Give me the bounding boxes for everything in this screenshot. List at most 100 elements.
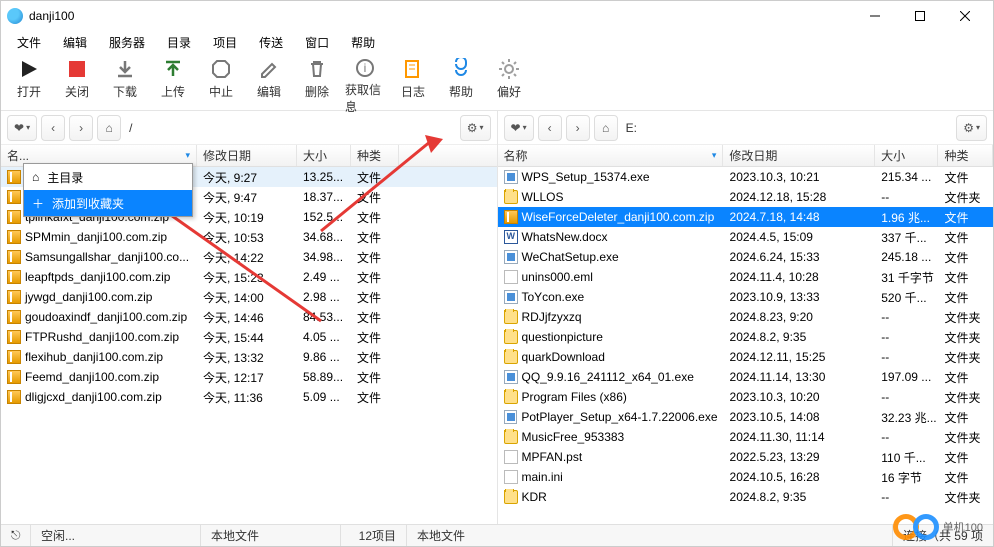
file-size-cell: -- — [875, 489, 938, 505]
left-path[interactable]: / — [125, 121, 456, 135]
folder-icon — [504, 190, 518, 204]
file-size-cell: -- — [875, 189, 938, 205]
file-row[interactable]: goudoaxindf_danji100.com.zip今天, 14:4684.… — [1, 307, 497, 327]
file-row[interactable]: MPFAN.pst2022.5.23, 13:29110 千...文件 — [498, 447, 994, 467]
file-row[interactable]: questionpicture2024.8.2, 9:35--文件夹 — [498, 327, 994, 347]
file-size-cell: 2.49 ... — [297, 269, 351, 285]
log-icon — [401, 57, 425, 81]
right-file-header[interactable]: 名称▾ 修改日期 大小 种类 — [498, 145, 994, 167]
favorites-home-row[interactable]: ⌂ 主目录 — [24, 164, 192, 190]
help-icon — [449, 57, 473, 81]
file-row[interactable]: unins000.eml2024.11.4, 10:2831 千字节文件 — [498, 267, 994, 287]
delete-icon — [305, 57, 329, 81]
menu-item[interactable]: 编辑 — [53, 32, 97, 53]
col-name[interactable]: 名称▾ — [498, 145, 724, 166]
col-date[interactable]: 修改日期 — [723, 145, 875, 166]
toolbar-prefs-button[interactable]: 偏好 — [489, 57, 529, 109]
favorites-button[interactable]: ❤▾ — [7, 115, 37, 141]
right-file-list[interactable]: WPS_Setup_15374.exe2023.10.3, 10:21215.3… — [498, 167, 994, 524]
file-icon — [504, 450, 518, 464]
cancel-icon — [209, 57, 233, 81]
menu-item[interactable]: 目录 — [157, 32, 201, 53]
favorites-button[interactable]: ❤▾ — [504, 115, 534, 141]
file-row[interactable]: FTPRushd_danji100.com.zip今天, 15:444.05 .… — [1, 327, 497, 347]
home-button[interactable]: ⌂ — [594, 115, 618, 141]
file-row[interactable]: Program Files (x86)2023.10.3, 10:20--文件夹 — [498, 387, 994, 407]
file-row[interactable]: WPS_Setup_15374.exe2023.10.3, 10:21215.3… — [498, 167, 994, 187]
toolbar-upload-button[interactable]: 上传 — [153, 57, 193, 109]
col-size[interactable]: 大小 — [297, 145, 351, 166]
file-row[interactable]: PotPlayer_Setup_x64-1.7.22006.exe2023.10… — [498, 407, 994, 427]
toolbar-play-button[interactable]: 打开 — [9, 57, 49, 109]
file-name-cell: Program Files (x86) — [498, 389, 724, 405]
file-name-cell: main.ini — [498, 469, 724, 485]
toolbar-stop-button[interactable]: 关闭 — [57, 57, 97, 109]
file-row[interactable]: Feemd_danji100.com.zip今天, 12:1758.89...文… — [1, 367, 497, 387]
toolbar-delete-button[interactable]: 删除 — [297, 57, 337, 109]
file-date-cell: 2024.8.2, 9:35 — [724, 489, 876, 505]
file-row[interactable]: KDR2024.8.2, 9:35--文件夹 — [498, 487, 994, 507]
file-row[interactable]: dligjcxd_danji100.com.zip今天, 11:365.09 .… — [1, 387, 497, 407]
file-size-cell: 18.37... — [297, 189, 351, 205]
file-row[interactable]: quarkDownload2024.12.11, 15:25--文件夹 — [498, 347, 994, 367]
file-row[interactable]: WhatsNew.docx2024.4.5, 15:09337 千...文件 — [498, 227, 994, 247]
menu-item[interactable]: 服务器 — [99, 32, 155, 53]
file-row[interactable]: QQ_9.9.16_241112_x64_01.exe2024.11.14, 1… — [498, 367, 994, 387]
back-button[interactable]: ‹ — [41, 115, 65, 141]
col-date[interactable]: 修改日期 — [197, 145, 297, 166]
favorites-popup[interactable]: ⌂ 主目录 ＋ 添加到收藏夹 — [23, 163, 193, 217]
favorites-add-row[interactable]: ＋ 添加到收藏夹 — [24, 190, 192, 216]
menu-item[interactable]: 传送 — [249, 32, 293, 53]
file-date-cell: 2023.10.3, 10:20 — [724, 389, 876, 405]
file-row[interactable]: MusicFree_9533832024.11.30, 11:14--文件夹 — [498, 427, 994, 447]
file-row[interactable]: ToYcon.exe2023.10.9, 13:33520 千...文件 — [498, 287, 994, 307]
file-row[interactable]: WiseForceDeleter_danji100.com.zip2024.7.… — [498, 207, 994, 227]
toolbar-log-button[interactable]: 日志 — [393, 57, 433, 109]
file-date-cell: 今天, 14:22 — [197, 248, 297, 267]
col-type[interactable]: 种类 — [938, 145, 993, 166]
back-button[interactable]: ‹ — [538, 115, 562, 141]
toolbar-download-button[interactable]: 下载 — [105, 57, 145, 109]
file-row[interactable]: RDJjfzyxzq2024.8.23, 9:20--文件夹 — [498, 307, 994, 327]
file-row[interactable]: SPMmin_danji100.com.zip今天, 10:5334.68...… — [1, 227, 497, 247]
file-type-cell: 文件 — [351, 368, 399, 387]
col-size[interactable]: 大小 — [875, 145, 938, 166]
home-button[interactable]: ⌂ — [97, 115, 121, 141]
forward-button[interactable]: › — [566, 115, 590, 141]
file-size-cell: 4.05 ... — [297, 329, 351, 345]
file-row[interactable]: leapftpds_danji100.com.zip今天, 15:232.49 … — [1, 267, 497, 287]
file-row[interactable]: main.ini2024.10.5, 16:2816 字节文件 — [498, 467, 994, 487]
file-row[interactable]: Samsungallshar_danji100.co...今天, 14:2234… — [1, 247, 497, 267]
file-type-cell: 文件 — [939, 468, 993, 487]
file-row[interactable]: WLLOS2024.12.18, 15:28--文件夹 — [498, 187, 994, 207]
file-row[interactable]: flexihub_danji100.com.zip今天, 13:329.86 .… — [1, 347, 497, 367]
file-type-cell: 文件 — [351, 168, 399, 187]
left-file-list[interactable]: 今天, 9:2713.25...文件videocapzx_danji100.co… — [1, 167, 497, 524]
menu-item[interactable]: 项目 — [203, 32, 247, 53]
file-name-cell: FTPRushd_danji100.com.zip — [1, 329, 197, 345]
file-row[interactable]: jywgd_danji100.com.zip今天, 14:002.98 ...文… — [1, 287, 497, 307]
close-button[interactable] — [942, 2, 987, 30]
right-path[interactable]: E: — [622, 121, 953, 135]
file-size-cell: 197.09 ... — [875, 369, 938, 385]
col-type[interactable]: 种类 — [351, 145, 399, 166]
file-row[interactable]: WeChatSetup.exe2024.6.24, 15:33245.18 ..… — [498, 247, 994, 267]
toolbar-edit-button[interactable]: 编辑 — [249, 57, 289, 109]
menu-item[interactable]: 文件 — [7, 32, 51, 53]
toolbar-cancel-button[interactable]: 中止 — [201, 57, 241, 109]
maximize-button[interactable] — [897, 2, 942, 30]
file-size-cell: 5.09 ... — [297, 389, 351, 405]
file-date-cell: 今天, 10:19 — [197, 208, 297, 227]
toolbar-help-button[interactable]: 帮助 — [441, 57, 481, 109]
menu-item[interactable]: 窗口 — [295, 32, 339, 53]
file-name-cell: RDJjfzyxzq — [498, 309, 724, 325]
file-name-cell: MusicFree_953383 — [498, 429, 724, 445]
minimize-button[interactable] — [852, 2, 897, 30]
folder-icon — [504, 330, 518, 344]
toolbar-info-button[interactable]: i获取信息 — [345, 57, 385, 109]
settings-button[interactable]: ⚙▾ — [956, 115, 987, 141]
forward-button[interactable]: › — [69, 115, 93, 141]
settings-button[interactable]: ⚙▾ — [460, 115, 491, 141]
menu-item[interactable]: 帮助 — [341, 32, 385, 53]
svg-text:i: i — [364, 61, 367, 75]
